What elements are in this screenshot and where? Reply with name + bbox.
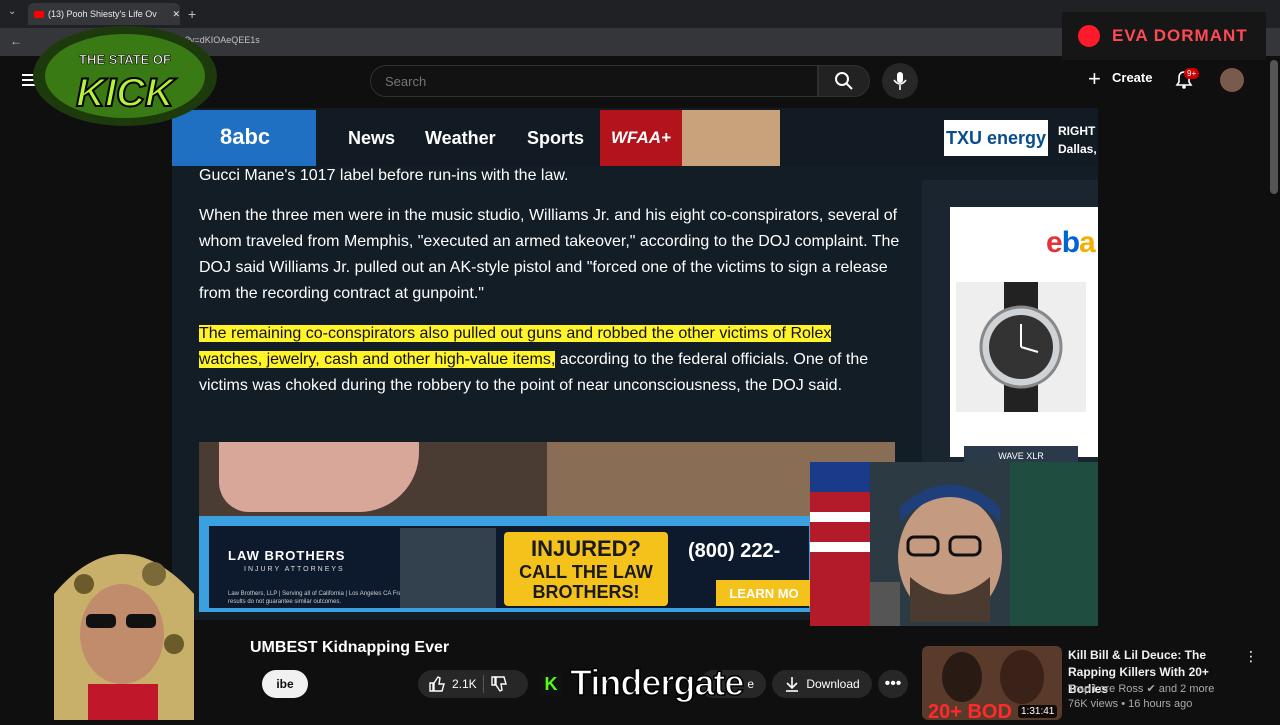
subscribe-button[interactable]: ibe xyxy=(262,670,308,698)
ebay-logo: eba xyxy=(1046,226,1096,260)
voice-search-button[interactable] xyxy=(882,63,918,99)
new-tab-icon[interactable]: + xyxy=(188,6,196,22)
search-input[interactable] xyxy=(370,65,818,97)
download-button[interactable]: Download xyxy=(772,670,872,698)
kick-badge-icon: K xyxy=(540,673,562,695)
video-duration: 1:31:41 xyxy=(1018,705,1058,718)
recommended-meta: 76K views • 16 hours ago xyxy=(1068,698,1193,710)
streamer-overlay-webcam xyxy=(14,534,228,720)
article-paragraph-1: When the three men were in the music stu… xyxy=(199,207,900,302)
lawyers-photo xyxy=(400,528,496,608)
article-embedded-image[interactable] xyxy=(199,442,895,520)
injured-heading: INJURED? xyxy=(530,536,641,561)
nav-news[interactable]: News xyxy=(348,128,395,149)
nav-weather[interactable]: Weather xyxy=(425,128,496,149)
page-scrollbar[interactable] xyxy=(1270,60,1278,194)
status-dot-icon xyxy=(1078,25,1100,47)
recommended-more-icon[interactable]: ⋮ xyxy=(1244,648,1258,665)
like-divider xyxy=(482,675,484,693)
sponsor-tagline: RIGHT Dallas, xyxy=(1058,122,1097,158)
recommended-channel[interactable]: Trap Lore Ross ✔ and 2 more xyxy=(1068,682,1214,695)
video-title: UMBEST Kidnapping Ever xyxy=(250,639,450,656)
close-tab-icon[interactable]: ✕ xyxy=(172,9,180,20)
back-icon[interactable]: ← xyxy=(10,34,22,48)
thumbnail-text: 20+ BOD xyxy=(928,701,1012,720)
search-button[interactable] xyxy=(818,65,870,97)
more-actions-icon[interactable]: ••• xyxy=(878,670,908,698)
search-icon xyxy=(835,72,853,90)
upload-age: 16 hours ago xyxy=(1128,698,1193,710)
wfaa-plus-button[interactable]: WFAA+ xyxy=(600,110,682,166)
svg-text:KICK: KICK xyxy=(76,71,177,115)
law-brothers-subtitle: INJURY ATTORNEYS xyxy=(244,566,345,573)
youtube-favicon-icon xyxy=(34,10,44,18)
ebay-letter-b: b xyxy=(1061,226,1080,259)
streamer-webcam xyxy=(810,462,1098,626)
site-logo-text: 8abc xyxy=(220,124,271,149)
like-dislike-group: 2.1K xyxy=(418,670,528,698)
txu-energy-ad-logo[interactable]: TXU energy xyxy=(944,120,1048,156)
eva-status-indicator: EVA DORMANT xyxy=(1062,12,1266,60)
view-count: 76K views xyxy=(1068,698,1119,710)
call-law-brothers-text: CALL THE LAW BROTHERS! xyxy=(519,562,653,602)
create-plus-icon: + xyxy=(1088,66,1101,91)
thumbnail-face-left xyxy=(942,652,982,702)
sponsor-tagline-line2: Dallas, xyxy=(1058,142,1097,156)
account-avatar[interactable] xyxy=(1220,68,1244,92)
like-count[interactable]: 2.1K xyxy=(452,677,477,691)
tab-title: (13) Pooh Shiesty's Life Ov xyxy=(48,9,157,19)
svg-text:THE STATE OF: THE STATE OF xyxy=(79,52,171,67)
microphone-icon xyxy=(893,72,907,90)
nav-sports[interactable]: Sports xyxy=(527,128,584,149)
browser-tab[interactable]: (13) Pooh Shiesty's Life Ov ✕ xyxy=(28,3,180,25)
thumbnail-face-right xyxy=(1000,650,1044,704)
tab-search-icon[interactable]: ⌄ xyxy=(8,6,16,17)
article-paragraph-2: The remaining co-conspirators also pulle… xyxy=(199,321,889,399)
like-icon[interactable] xyxy=(428,675,446,693)
watch-product-image[interactable] xyxy=(956,282,1086,412)
learn-more-button[interactable]: LEARN MO xyxy=(716,580,812,606)
state-of-kick-logo: THE STATE OF KICK xyxy=(33,26,217,126)
hand-image-region xyxy=(219,442,419,512)
law-brothers-title: LAW BROTHERS xyxy=(228,548,346,563)
sponsor-tagline-line1: RIGHT xyxy=(1058,124,1096,138)
phone-number[interactable]: (800) 222- xyxy=(688,540,780,563)
verified-icon: ✔ xyxy=(1146,683,1159,695)
dislike-icon[interactable] xyxy=(490,675,508,693)
channel-more: and 2 more xyxy=(1158,683,1215,695)
article-paragraph-0: Gucci Mane's 1017 label before run-ins w… xyxy=(199,167,569,184)
header-ad-thumbnail[interactable] xyxy=(682,110,780,166)
create-button[interactable]: Create xyxy=(1112,70,1152,85)
channel-name: Trap Lore Ross xyxy=(1068,683,1144,695)
injured-callout: INJURED? CALL THE LAW BROTHERS! xyxy=(504,532,668,606)
overlay-caption: Tindergate xyxy=(569,661,745,704)
status-text: EVA DORMANT xyxy=(1112,26,1248,45)
download-icon xyxy=(786,677,799,692)
download-label: Download xyxy=(806,677,860,691)
ebay-letter-a: a xyxy=(1079,226,1096,259)
ebay-letter-e: e xyxy=(1046,226,1063,259)
notification-badge: 9+ xyxy=(1184,68,1200,79)
